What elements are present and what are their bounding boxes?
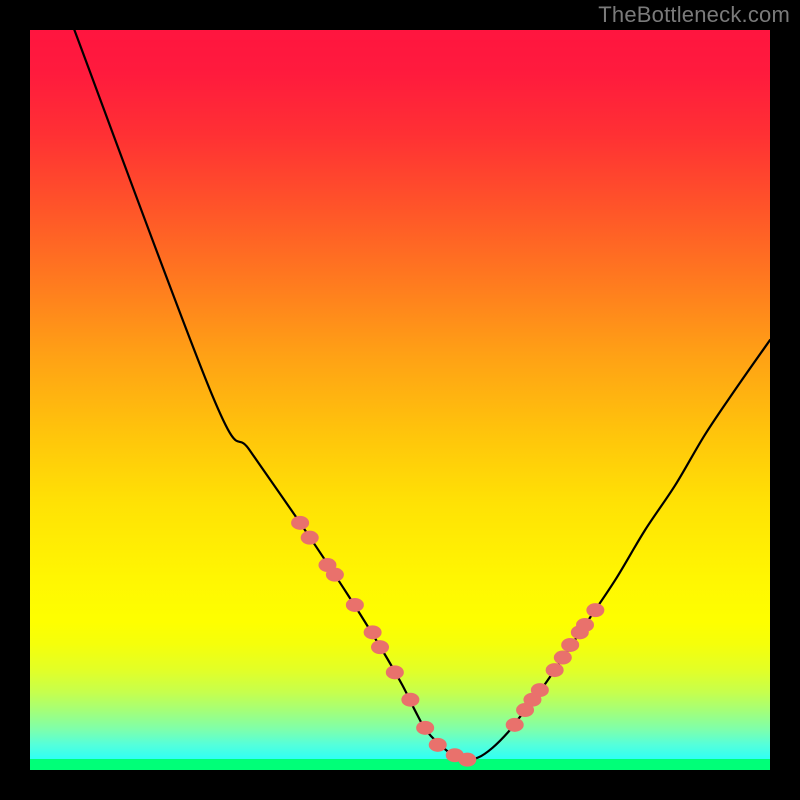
marker-point: [429, 738, 447, 752]
watermark-text: TheBottleneck.com: [598, 2, 790, 28]
marker-point: [531, 683, 549, 697]
marker-point: [561, 638, 579, 652]
marker-point: [401, 693, 419, 707]
marker-point: [291, 516, 309, 530]
chart-svg: [30, 30, 770, 770]
marker-point: [371, 640, 389, 654]
marker-point: [554, 651, 572, 665]
marker-point: [416, 721, 434, 735]
marker-point: [301, 531, 319, 545]
marker-point: [364, 625, 382, 639]
marker-point: [586, 603, 604, 617]
marker-point: [506, 718, 524, 732]
marker-point: [346, 598, 364, 612]
marker-point: [576, 618, 594, 632]
marker-point: [546, 663, 564, 677]
marker-point: [386, 665, 404, 679]
gradient-background: [30, 30, 770, 770]
marker-point: [458, 753, 476, 767]
marker-point: [326, 568, 344, 582]
plot-area: [30, 30, 770, 770]
chart-frame: TheBottleneck.com: [0, 0, 800, 800]
